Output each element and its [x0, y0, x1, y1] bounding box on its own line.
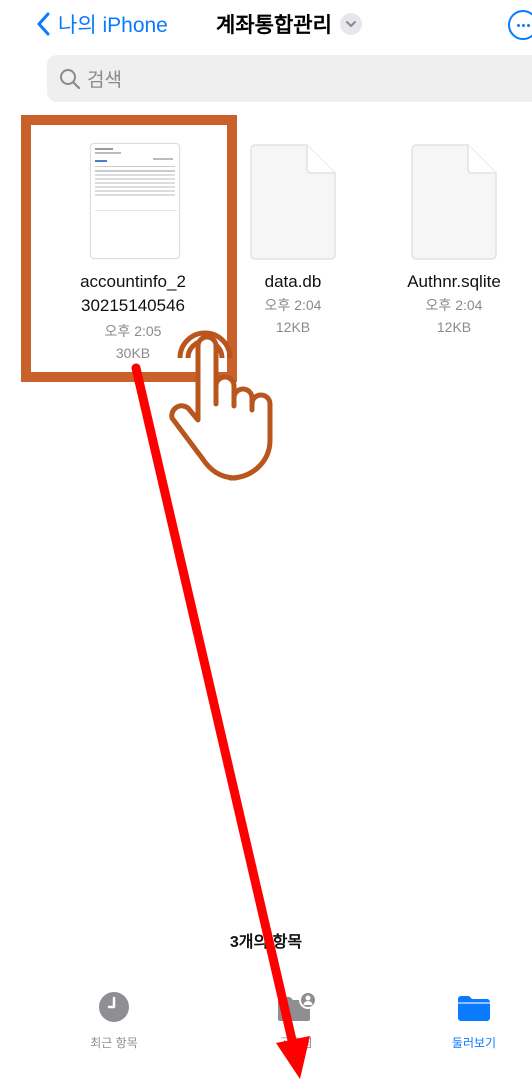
file-time: 오후 2:04: [425, 297, 483, 313]
tab-shared[interactable]: 공유됨: [241, 991, 351, 1051]
chevron-left-icon: [37, 12, 50, 36]
item-count: 3개의 항목: [229, 934, 303, 951]
file-time: 오후 2:04: [264, 297, 322, 313]
file-name: data.db: [264, 272, 322, 291]
tab-recents[interactable]: 최근 항목: [59, 991, 169, 1051]
search-field[interactable]: 검색: [47, 55, 532, 102]
file-name: Authnr.sqlite: [407, 272, 501, 291]
shared-folder-icon: [278, 991, 317, 1021]
file-item-authnr-sqlite[interactable]: Authnr.sqlite 오후 2:04 12KB: [374, 270, 532, 338]
file-item-data-db[interactable]: data.db 오후 2:04 12KB: [213, 270, 373, 338]
tab-browse[interactable]: 둘러보기: [419, 991, 529, 1051]
clock-icon: [99, 992, 129, 1022]
document-icon[interactable]: [410, 143, 498, 261]
highlight-box: [21, 115, 237, 382]
search-placeholder: 검색: [87, 70, 122, 91]
file-size: 12KB: [275, 319, 311, 335]
folder-title-menu[interactable]: 계좌통합관리: [216, 10, 362, 38]
back-button-label: 나의 iPhone: [58, 14, 168, 37]
back-button[interactable]: 나의 iPhone: [36, 10, 168, 38]
tab-label: 공유됨: [279, 1036, 313, 1050]
more-options-button[interactable]: [508, 10, 532, 40]
tab-label: 최근 항목: [90, 1036, 138, 1050]
page-title: 계좌통합관리: [216, 14, 332, 37]
folder-icon: [458, 996, 490, 1021]
navigation-bar: 나의 iPhone 계좌통합관리: [0, 0, 532, 48]
file-size: 12KB: [436, 319, 472, 335]
document-icon[interactable]: [249, 143, 337, 261]
search-icon: [60, 68, 81, 89]
chevron-down-icon[interactable]: [339, 13, 362, 35]
tab-bar: 최근 항목 공유됨 둘러보기: [0, 985, 532, 1079]
tab-label: 둘러보기: [451, 1036, 497, 1050]
more-dot: [516, 23, 520, 27]
more-dot: [521, 23, 525, 27]
more-dot: [526, 23, 530, 27]
